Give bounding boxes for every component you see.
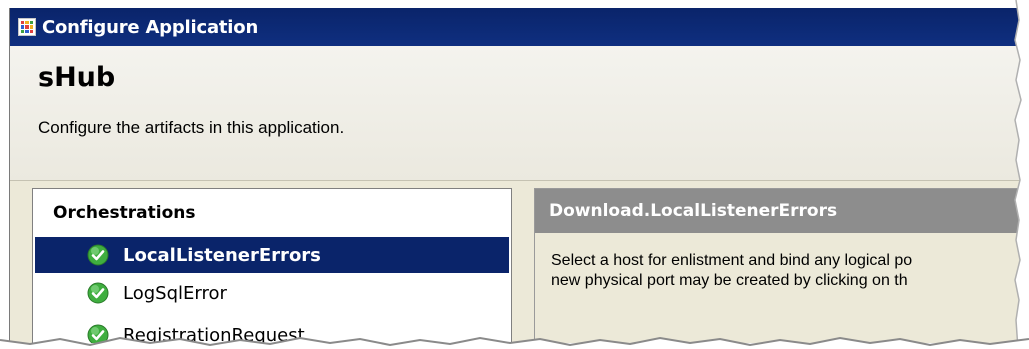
details-description-line: Select a host for enlistment and bind an… [551,252,913,269]
page-header: sHub Configure the artifacts in this app… [10,46,1029,180]
details-header: Download.LocalListenerErrors [535,189,1029,233]
list-item-logsqlerror[interactable]: LogSqlError [35,275,509,311]
orchestrations-heading: Orchestrations [53,203,196,223]
list-item-locallistenererrors[interactable]: LocalListenerErrors [35,237,509,273]
details-description-line: new physical port may be created by clic… [551,272,908,289]
page-description: Configure the artifacts in this applicat… [38,118,345,137]
application-grid-icon [18,18,36,36]
torn-edge-bottom [0,336,1029,349]
list-item-label: LocalListenerErrors [123,244,321,266]
green-check-icon [87,282,109,304]
header-divider [10,180,1029,181]
application-name: sHub [38,62,116,93]
title-bar[interactable]: Configure Application [10,8,1029,46]
green-check-icon [87,244,109,266]
torn-edge-right [1014,0,1029,349]
details-title: Download.LocalListenerErrors [549,201,838,221]
list-item-label: LogSqlError [123,282,227,304]
details-description: Select a host for enlistment and bind an… [551,251,912,291]
window-title: Configure Application [42,16,259,38]
configure-application-window: Configure Application sHub Configure the… [9,8,1029,343]
